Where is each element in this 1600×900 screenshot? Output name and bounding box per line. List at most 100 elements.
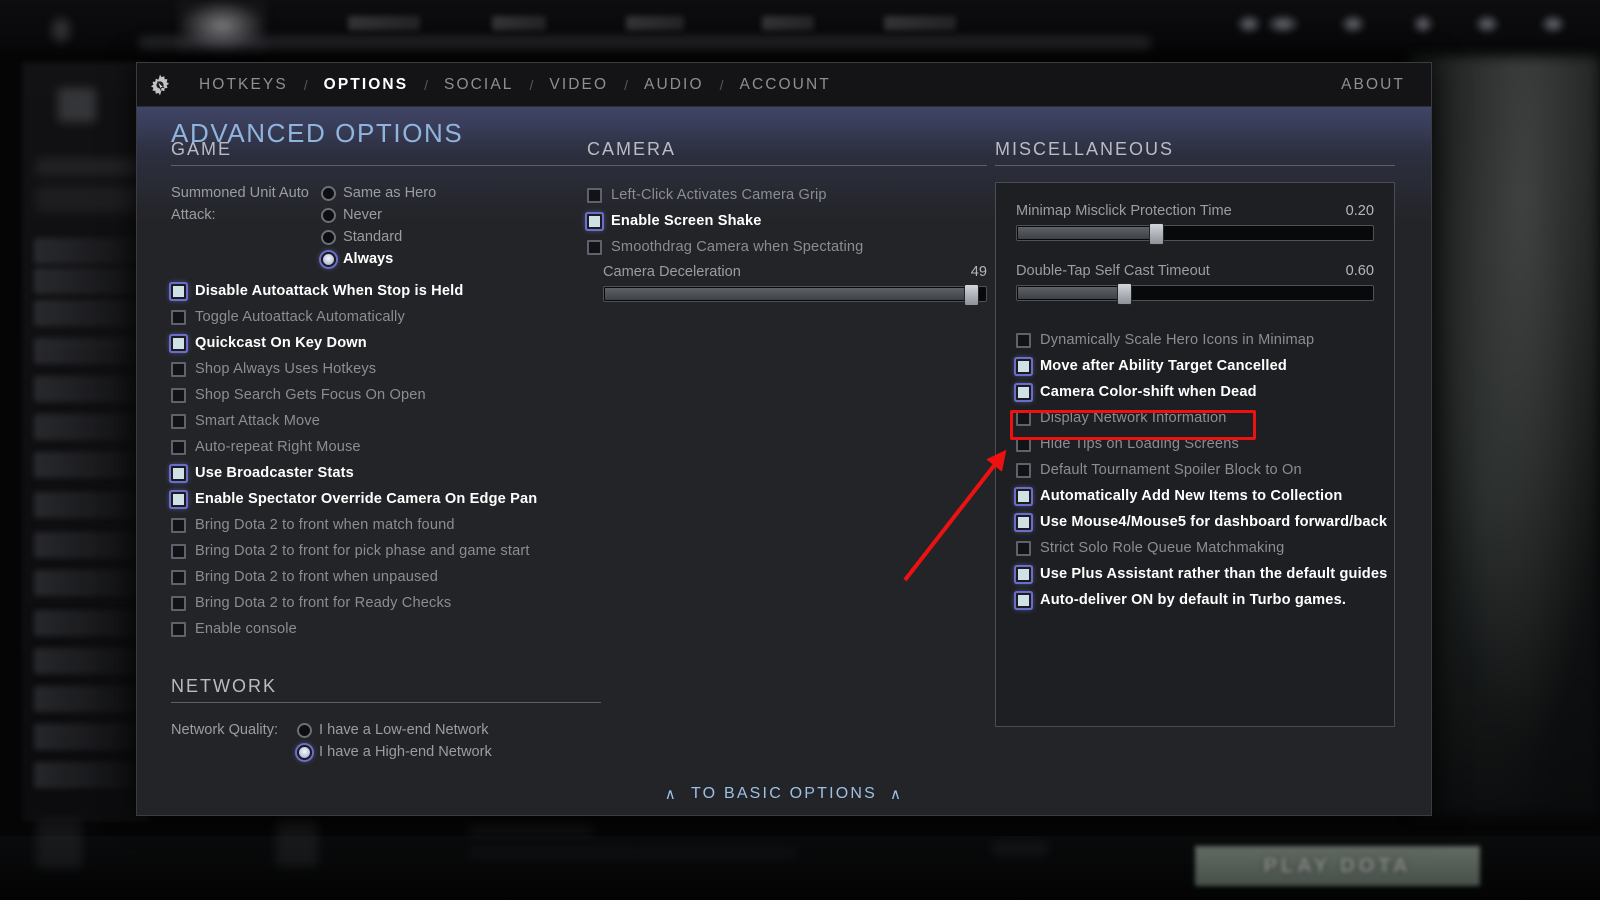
checkbox-indicator bbox=[1016, 540, 1031, 556]
checkbox-toggle-autoattack-automatically[interactable]: Toggle Autoattack Automatically bbox=[171, 304, 601, 330]
radio-indicator bbox=[321, 251, 336, 267]
checkbox-enable-spectator-override-camera-on-edge-pan[interactable]: Enable Spectator Override Camera On Edge… bbox=[171, 486, 601, 512]
radio-low-end-network[interactable]: I have a Low-end Network bbox=[297, 719, 492, 741]
settings-dialog: HOTKEYS / OPTIONS / SOCIAL / VIDEO / AUD… bbox=[136, 62, 1432, 816]
slider-knob[interactable] bbox=[1148, 223, 1164, 245]
tab-video[interactable]: VIDEO bbox=[533, 63, 624, 107]
background-friend-item bbox=[34, 570, 144, 596]
slider-value: 0.20 bbox=[1345, 203, 1374, 219]
tab-account[interactable]: ACCOUNT bbox=[724, 63, 847, 107]
checkbox-disable-autoattack-when-stop-held[interactable]: Disable Autoattack When Stop is Held bbox=[171, 278, 601, 304]
checkbox-label: Enable Spectator Override Camera On Edge… bbox=[195, 491, 538, 507]
checkbox-default-tournament-spoiler-block-to-on[interactable]: Default Tournament Spoiler Block to On bbox=[1016, 457, 1374, 483]
tab-options[interactable]: OPTIONS bbox=[308, 63, 424, 107]
minimap-misclick-protection-slider[interactable]: Minimap Misclick Protection Time 0.20 bbox=[1016, 203, 1374, 245]
radio-label: I have a High-end Network bbox=[319, 744, 492, 760]
background-news-text bbox=[468, 848, 798, 858]
checkbox-use-mouse4-mouse5-for-dashboard[interactable]: Use Mouse4/Mouse5 for dashboard forward/… bbox=[1016, 509, 1387, 535]
checkbox-indicator bbox=[171, 387, 186, 403]
checkbox-smoothdrag-camera-when-spectating[interactable]: Smoothdrag Camera when Spectating bbox=[587, 234, 987, 260]
checkbox-indicator bbox=[1016, 462, 1031, 478]
checkbox-strict-solo-role-queue-matchmaking[interactable]: Strict Solo Role Queue Matchmaking bbox=[1016, 535, 1374, 561]
misc-checkbox-list: Dynamically Scale Hero Icons in Minimap … bbox=[1016, 327, 1387, 613]
slider-track[interactable] bbox=[1016, 283, 1374, 305]
radio-label: Standard bbox=[343, 229, 403, 245]
checkbox-indicator bbox=[1016, 384, 1031, 400]
checkbox-indicator bbox=[171, 491, 186, 507]
checkbox-shop-always-uses-hotkeys[interactable]: Shop Always Uses Hotkeys bbox=[171, 356, 601, 382]
tab-audio[interactable]: AUDIO bbox=[628, 63, 720, 107]
tab-hotkeys[interactable]: HOTKEYS bbox=[183, 63, 304, 107]
checkbox-indicator bbox=[1016, 358, 1031, 374]
background-friend-item bbox=[34, 610, 144, 636]
radio-high-end-network[interactable]: I have a High-end Network bbox=[297, 741, 492, 763]
checkbox-label: Camera Color-shift when Dead bbox=[1040, 384, 1257, 400]
radio-always[interactable]: Always bbox=[321, 248, 436, 270]
checkbox-dynamically-scale-hero-icons-in-minimap[interactable]: Dynamically Scale Hero Icons in Minimap bbox=[1016, 327, 1374, 353]
checkbox-bring-to-front-match-found[interactable]: Bring Dota 2 to front when match found bbox=[171, 512, 601, 538]
checkbox-label: Quickcast On Key Down bbox=[195, 335, 367, 351]
radio-label: Always bbox=[343, 251, 394, 267]
checkbox-bring-to-front-pick-phase[interactable]: Bring Dota 2 to front for pick phase and… bbox=[171, 538, 601, 564]
play-dota-button[interactable]: PLAY DOTA bbox=[1195, 846, 1480, 886]
background-nav-watch bbox=[626, 16, 684, 30]
checkbox-left-click-activates-camera-grip[interactable]: Left-Click Activates Camera Grip bbox=[587, 182, 987, 208]
checkbox-label: Automatically Add New Items to Collectio… bbox=[1040, 488, 1343, 504]
checkbox-label: Bring Dota 2 to front when unpaused bbox=[195, 569, 438, 585]
checkbox-use-plus-assistant-rather-than-default-guides[interactable]: Use Plus Assistant rather than the defau… bbox=[1016, 561, 1387, 587]
checkbox-hide-tips-on-loading-screens[interactable]: Hide Tips on Loading Screens bbox=[1016, 431, 1374, 457]
settings-content: GAME Summoned Unit Auto Attack: Same as … bbox=[137, 107, 1431, 815]
checkbox-quickcast-on-key-down[interactable]: Quickcast On Key Down bbox=[171, 330, 601, 356]
checkbox-smart-attack-move[interactable]: Smart Attack Move bbox=[171, 408, 601, 434]
checkbox-indicator bbox=[1016, 566, 1031, 582]
checkbox-auto-deliver-on-by-default-in-turbo-games[interactable]: Auto-deliver ON by default in Turbo game… bbox=[1016, 587, 1374, 613]
checkbox-bring-to-front-ready-checks[interactable]: Bring Dota 2 to front for Ready Checks bbox=[171, 590, 601, 616]
gear-cursor-icon bbox=[137, 63, 183, 107]
tab-social[interactable]: SOCIAL bbox=[428, 63, 529, 107]
camera-deceleration-slider[interactable]: Camera Deceleration 49 bbox=[603, 264, 987, 306]
checkbox-shop-search-gets-focus-on-open[interactable]: Shop Search Gets Focus On Open bbox=[171, 382, 601, 408]
section-divider bbox=[995, 165, 1395, 166]
background-currency-icon bbox=[1236, 14, 1262, 34]
radio-indicator bbox=[297, 722, 312, 738]
to-basic-options-link[interactable]: ∧ TO BASIC OPTIONS ∧ bbox=[137, 785, 1431, 803]
radio-never[interactable]: Never bbox=[321, 204, 436, 226]
checkbox-indicator bbox=[171, 413, 186, 429]
checkbox-camera-color-shift-when-dead[interactable]: Camera Color-shift when Dead bbox=[1016, 379, 1374, 405]
checkbox-enable-console[interactable]: Enable console bbox=[171, 616, 601, 642]
double-tap-self-cast-timeout-slider[interactable]: Double-Tap Self Cast Timeout 0.60 bbox=[1016, 263, 1374, 305]
checkbox-move-after-ability-target-cancelled[interactable]: Move after Ability Target Cancelled bbox=[1016, 353, 1374, 379]
misc-section-heading: MISCELLANEOUS bbox=[995, 139, 1175, 159]
checkbox-indicator bbox=[171, 309, 186, 325]
checkbox-label: Strict Solo Role Queue Matchmaking bbox=[1040, 540, 1285, 556]
background-status-row bbox=[36, 158, 142, 176]
checkbox-label: Default Tournament Spoiler Block to On bbox=[1040, 462, 1302, 478]
background-hero-banner bbox=[140, 38, 1150, 54]
checkbox-label: Display Network Information bbox=[1040, 410, 1227, 426]
radio-same-as-hero[interactable]: Same as Hero bbox=[321, 182, 436, 204]
camera-section-heading: CAMERA bbox=[587, 139, 677, 159]
slider-header: Camera Deceleration 49 bbox=[603, 264, 987, 280]
checkbox-automatically-add-new-items-to-collection[interactable]: Automatically Add New Items to Collectio… bbox=[1016, 483, 1374, 509]
tab-about[interactable]: ABOUT bbox=[1341, 63, 1431, 107]
slider-fill bbox=[605, 288, 972, 300]
radio-standard[interactable]: Standard bbox=[321, 226, 436, 248]
radio-label: Never bbox=[343, 207, 382, 223]
checkbox-auto-repeat-right-mouse[interactable]: Auto-repeat Right Mouse bbox=[171, 434, 601, 460]
slider-track[interactable] bbox=[603, 284, 987, 306]
slider-track[interactable] bbox=[1016, 223, 1374, 245]
checkbox-display-network-information[interactable]: Display Network Information bbox=[1016, 405, 1374, 431]
checkbox-bring-to-front-unpaused[interactable]: Bring Dota 2 to front when unpaused bbox=[171, 564, 601, 590]
slider-header: Double-Tap Self Cast Timeout 0.60 bbox=[1016, 263, 1374, 279]
background-currency-amount bbox=[1266, 14, 1300, 34]
checkbox-indicator bbox=[171, 543, 186, 559]
background-hero-artwork bbox=[1410, 56, 1600, 816]
background-item-icon bbox=[276, 820, 318, 866]
checkbox-indicator bbox=[1016, 436, 1031, 452]
checkbox-enable-screen-shake[interactable]: Enable Screen Shake bbox=[587, 208, 987, 234]
slider-knob[interactable] bbox=[963, 284, 979, 306]
slider-knob[interactable] bbox=[1116, 283, 1132, 305]
background-search-box bbox=[36, 186, 142, 212]
background-friend-item bbox=[34, 686, 144, 712]
checkbox-use-broadcaster-stats[interactable]: Use Broadcaster Stats bbox=[171, 460, 601, 486]
